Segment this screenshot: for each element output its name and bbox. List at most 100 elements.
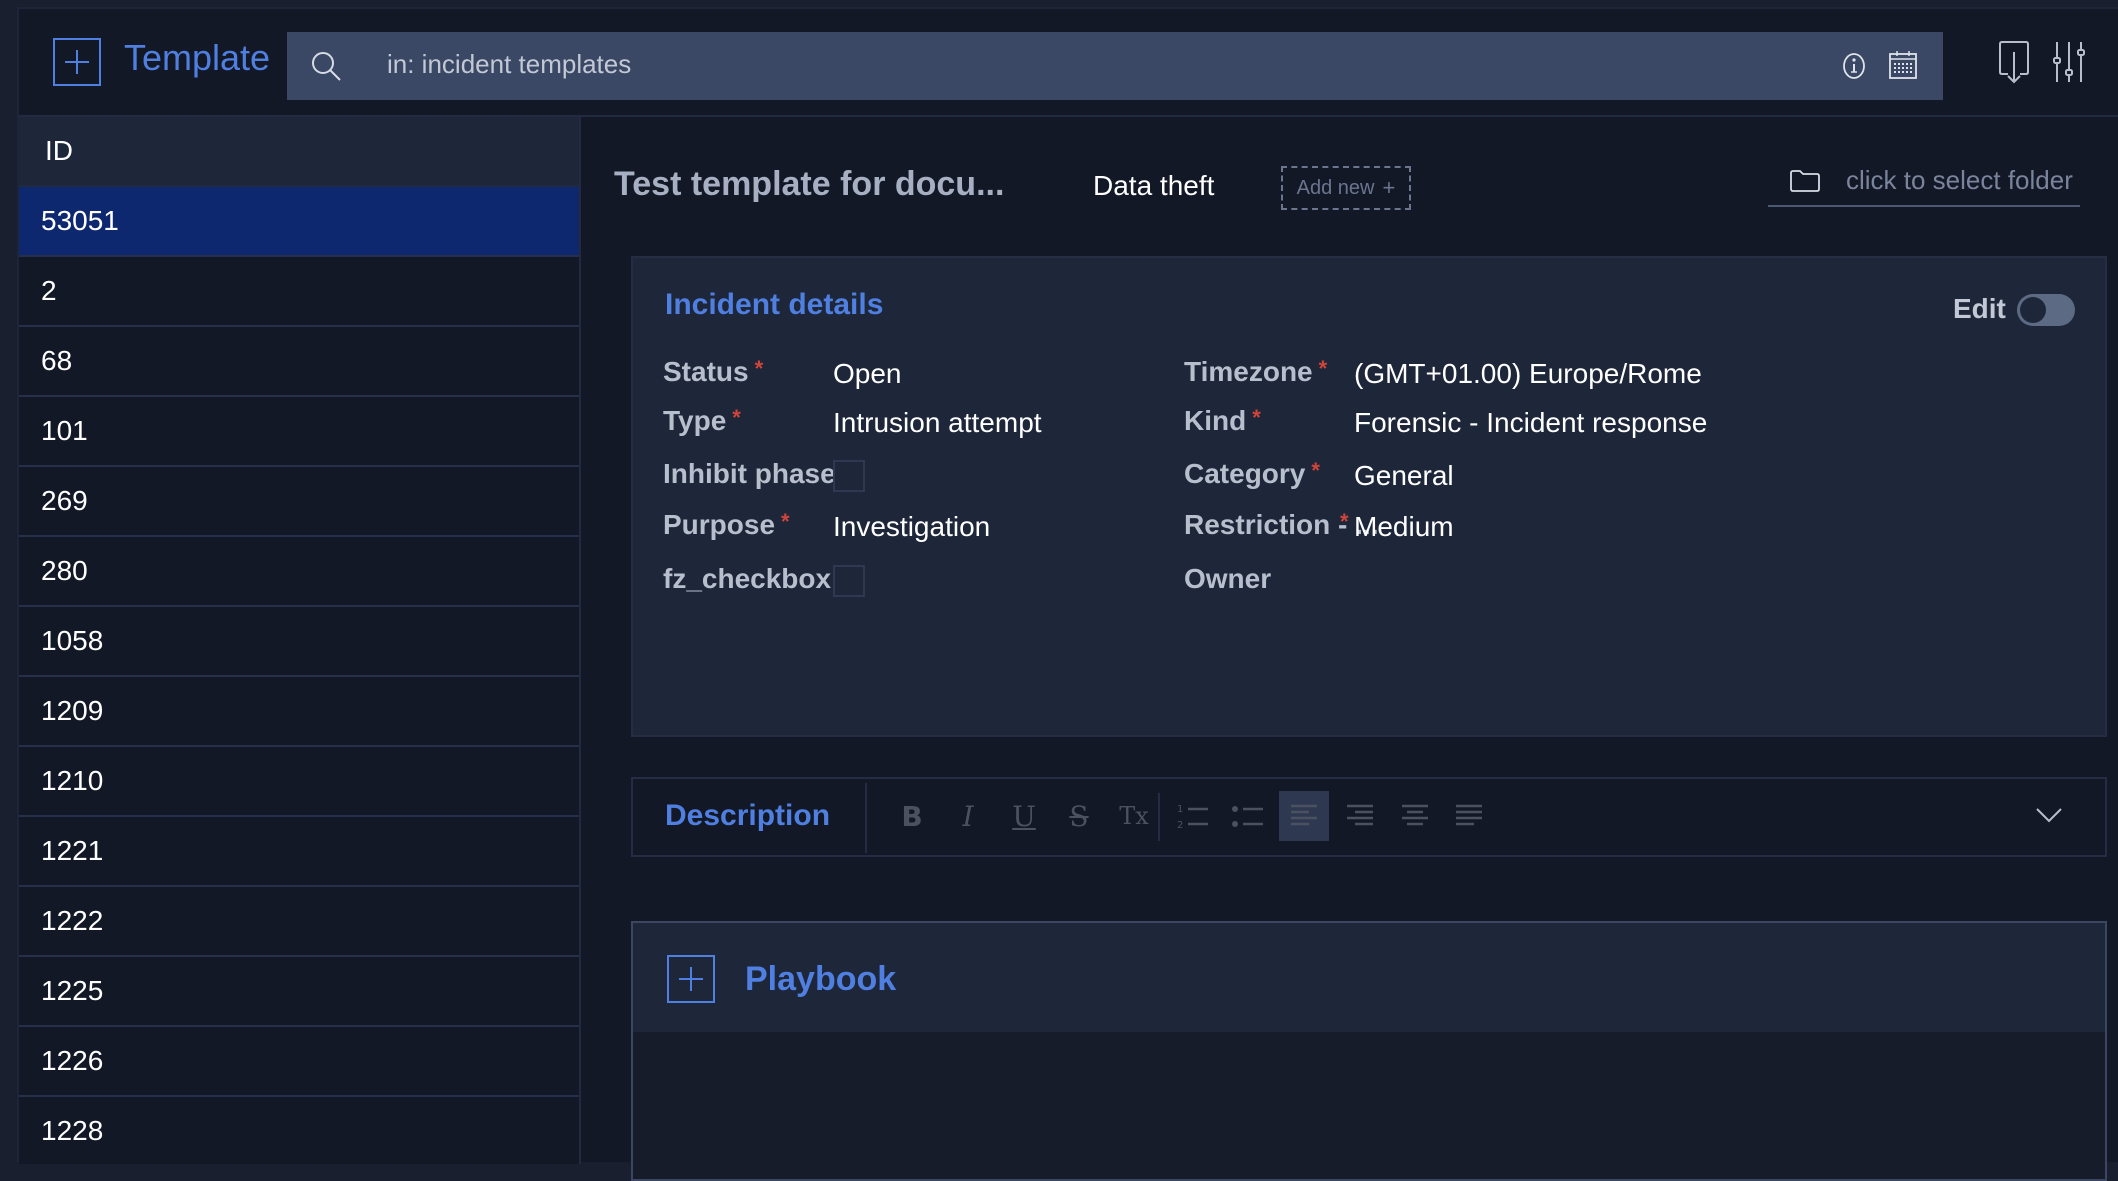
align-left-button[interactable]: [1279, 791, 1329, 841]
incident-details-panel: Incident details Edit Status * Open Type * In…: [631, 256, 2107, 737]
search-input[interactable]: in: incident templates: [387, 49, 631, 80]
field-checkbox[interactable]: [833, 460, 865, 492]
svg-text:1: 1: [1177, 804, 1183, 815]
bullet-list-icon: [1232, 806, 1263, 827]
field-label: Status *: [663, 356, 763, 388]
align-center-icon: [1402, 804, 1428, 826]
id-list-row[interactable]: 1210: [19, 747, 579, 817]
id-list-row[interactable]: 1226: [19, 1027, 579, 1097]
add-template-button[interactable]: [53, 38, 101, 86]
italic-icon: I: [962, 799, 974, 833]
field-label: fz_checkbox...: [663, 563, 854, 595]
add-tag-label: Add new: [1296, 176, 1375, 199]
id-list-row[interactable]: 1225: [19, 957, 579, 1027]
field-value[interactable]: (GMT+01.00) Europe/Rome: [1354, 358, 1702, 390]
folder-selector[interactable]: click to select folder: [1768, 157, 2080, 207]
field-label-text: Owner: [1184, 563, 1272, 594]
id-list-row[interactable]: 53051: [19, 187, 579, 257]
top-bar: Template in: incident templates: [19, 9, 2118, 117]
align-right-button[interactable]: [1335, 791, 1385, 841]
id-list-row[interactable]: 1221: [19, 817, 579, 887]
align-justify-icon: [1456, 804, 1482, 826]
edit-toggle[interactable]: [2017, 294, 2075, 326]
field-value[interactable]: Open: [833, 358, 902, 390]
svg-text:2: 2: [1177, 820, 1183, 831]
field-value[interactable]: General: [1354, 460, 1454, 492]
template-title[interactable]: Test template for docu...: [614, 165, 1004, 204]
add-tag-button[interactable]: Add new +: [1281, 166, 1411, 210]
description-title: Description: [665, 799, 831, 832]
required-marker: *: [1311, 458, 1320, 483]
field-label-text: Purpose: [663, 509, 776, 540]
plus-icon: +: [1382, 175, 1396, 200]
field-checkbox[interactable]: [833, 565, 865, 597]
align-justify-button[interactable]: [1444, 791, 1494, 841]
id-list-row[interactable]: 1222: [19, 887, 579, 957]
field-label: Restriction - ... *: [1184, 509, 1378, 541]
description-editor: Description B I U S Tx 1 2: [631, 777, 2107, 857]
field-label-text: Kind: [1184, 405, 1247, 436]
align-left-icon: [1291, 804, 1317, 826]
id-list-row[interactable]: 1058: [19, 607, 579, 677]
folder-icon: [1790, 170, 1820, 192]
playbook-panel: Playbook: [631, 921, 2107, 1181]
id-list-row[interactable]: 68: [19, 327, 579, 397]
field-label: Timezone *: [1184, 356, 1327, 388]
ordered-list-button[interactable]: 12: [1168, 791, 1218, 841]
sliders-icon[interactable]: [2049, 38, 2089, 88]
tag-chip[interactable]: Data theft: [1093, 170, 1214, 202]
field-label-text: fz_checkbox...: [663, 563, 855, 594]
underline-button[interactable]: U: [999, 791, 1049, 841]
required-marker: *: [732, 405, 741, 430]
export-icon[interactable]: [1997, 38, 2031, 88]
playbook-header: Playbook: [633, 923, 2105, 1032]
search-bar[interactable]: in: incident templates: [287, 32, 1943, 100]
bold-button[interactable]: B: [887, 791, 937, 841]
field-label: Type *: [663, 405, 741, 437]
chevron-down-icon[interactable]: [2031, 797, 2067, 833]
italic-button[interactable]: I: [943, 791, 993, 841]
strikethrough-button[interactable]: S: [1054, 791, 1104, 841]
template-id-list: ID 53051 2 68 101 269 280 1058 1209 1210 1221 1222…: [19, 117, 581, 1164]
field-label-text: Inhibit phase...: [663, 458, 860, 489]
edit-label: Edit: [1953, 293, 2006, 324]
info-icon[interactable]: [1840, 52, 1868, 80]
clear-format-icon: Tx: [1119, 802, 1149, 830]
toggle-knob: [2020, 297, 2046, 323]
page-title: Template: [124, 37, 271, 78]
clear-format-button[interactable]: Tx: [1109, 791, 1159, 841]
id-list-row[interactable]: 1228: [19, 1097, 579, 1164]
field-value[interactable]: Investigation: [833, 511, 990, 543]
field-label-text: Category: [1184, 458, 1306, 489]
field-value[interactable]: Intrusion attempt: [833, 407, 1042, 439]
ordered-list-icon: 12: [1177, 804, 1208, 831]
bullet-list-button[interactable]: [1223, 791, 1273, 841]
add-playbook-button[interactable]: [667, 955, 715, 1003]
id-list-row[interactable]: 101: [19, 397, 579, 467]
required-marker: *: [1252, 405, 1261, 430]
id-list-row[interactable]: 1209: [19, 677, 579, 747]
toolbar-divider: [1158, 793, 1160, 841]
field-label-text: Timezone: [1184, 356, 1313, 387]
field-label-text: Restriction - ...: [1184, 509, 1379, 540]
field-value[interactable]: Forensic - Incident response: [1354, 407, 1707, 439]
id-column-header[interactable]: ID: [19, 117, 579, 187]
calendar-icon[interactable]: [1887, 49, 1919, 81]
search-icon: [312, 52, 341, 81]
field-label: Owner: [1184, 563, 1271, 595]
required-marker: *: [1318, 356, 1328, 381]
required-marker: *: [754, 356, 764, 381]
align-center-button[interactable]: [1390, 791, 1440, 841]
field-label: Inhibit phase...: [663, 458, 859, 490]
bold-icon: B: [901, 799, 923, 833]
field-value[interactable]: Medium: [1354, 511, 1454, 543]
template-detail: Test template for docu... Data theft Add…: [583, 117, 2118, 1181]
id-list-row[interactable]: 280: [19, 537, 579, 607]
incident-details-title: Incident details: [665, 288, 884, 321]
align-right-icon: [1347, 804, 1373, 826]
app-window: Template in: incident templates ID 53051…: [17, 7, 2118, 1181]
id-list-row[interactable]: 269: [19, 467, 579, 537]
field-label: Purpose *: [663, 509, 790, 541]
id-list-row[interactable]: 2: [19, 257, 579, 327]
required-marker: *: [781, 509, 790, 534]
